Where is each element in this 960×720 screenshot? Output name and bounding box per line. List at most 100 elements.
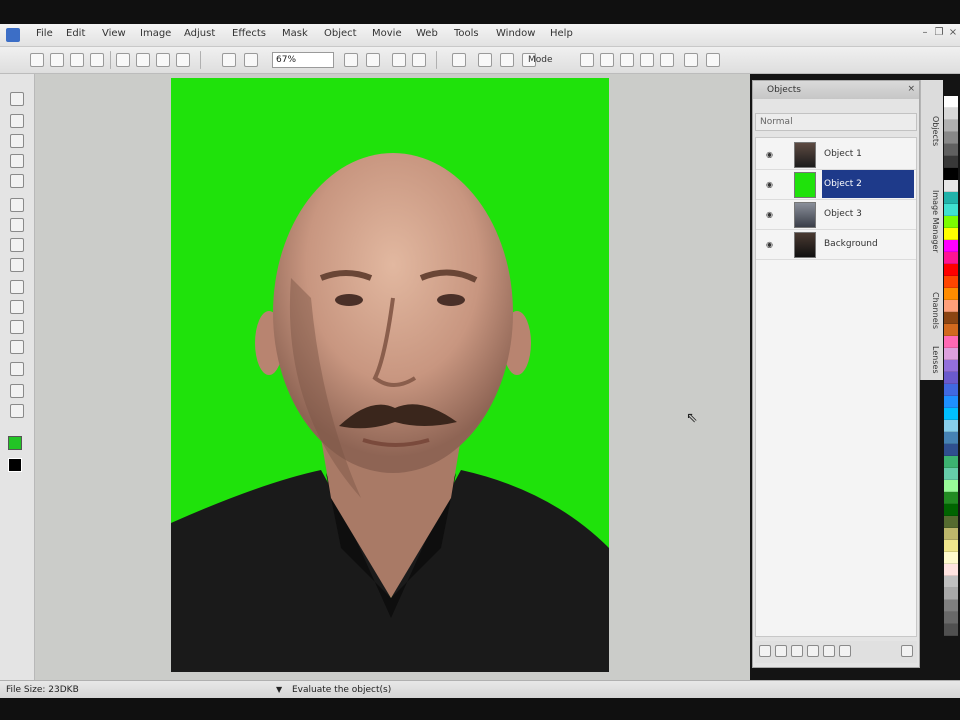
color-swatch[interactable] (944, 348, 958, 360)
move-icon[interactable] (580, 53, 594, 67)
color-swatch[interactable] (944, 312, 958, 324)
layer-row[interactable]: ◉ Object 3 (756, 200, 916, 230)
color-swatch[interactable] (944, 192, 958, 204)
dropdown-icon[interactable] (500, 53, 514, 67)
color-swatch[interactable] (944, 384, 958, 396)
rotate-icon[interactable] (452, 53, 466, 67)
color-swatch[interactable] (944, 288, 958, 300)
save-icon[interactable] (70, 53, 84, 67)
color-swatch[interactable] (944, 132, 958, 144)
combine-icon[interactable] (823, 645, 835, 657)
color-swatch[interactable] (944, 300, 958, 312)
color-swatch[interactable] (944, 360, 958, 372)
pick-tool-icon[interactable] (10, 92, 24, 106)
color-swatch[interactable] (944, 204, 958, 216)
color-swatch[interactable] (944, 276, 958, 288)
undo-icon[interactable] (176, 53, 190, 67)
menu-file[interactable]: File (36, 28, 53, 39)
cut-icon[interactable] (116, 53, 130, 67)
text-tool-icon[interactable] (10, 280, 24, 294)
menu-web[interactable]: Web (416, 28, 438, 39)
lasso-tool-icon[interactable] (10, 174, 24, 188)
copy-icon[interactable] (136, 53, 150, 67)
restore-icon[interactable]: ❐ (934, 28, 944, 38)
eyedropper-tool-icon[interactable] (10, 384, 24, 398)
color-swatch[interactable] (944, 612, 958, 624)
menu-object[interactable]: Object (324, 28, 357, 39)
open-file-icon[interactable] (50, 53, 64, 67)
color-swatch[interactable] (944, 480, 958, 492)
color-swatch[interactable] (944, 468, 958, 480)
color-swatch[interactable] (944, 504, 958, 516)
tab-channels[interactable]: Channels (924, 292, 940, 329)
paint-tool-icon[interactable] (10, 300, 24, 314)
color-swatch[interactable] (944, 240, 958, 252)
color-swatch[interactable] (944, 228, 958, 240)
color-swatch[interactable] (944, 444, 958, 456)
color-swatch[interactable] (944, 144, 958, 156)
lock-icon[interactable] (807, 645, 819, 657)
color-swatch[interactable] (944, 564, 958, 576)
fill-tool-icon[interactable] (10, 362, 24, 376)
eye-icon[interactable]: ◉ (766, 150, 776, 159)
layer-row[interactable]: ◉ Object 1 (756, 140, 916, 170)
color-swatch[interactable] (944, 528, 958, 540)
color-swatch[interactable] (944, 108, 958, 120)
menu-help[interactable]: Help (550, 28, 573, 39)
color-swatch[interactable] (944, 624, 958, 636)
zoom-tool-icon[interactable] (10, 404, 24, 418)
guides-icon[interactable] (620, 53, 634, 67)
new-object-icon[interactable] (759, 645, 771, 657)
paint-color-swatch[interactable] (8, 436, 22, 450)
close-icon[interactable]: × (948, 28, 958, 38)
color-palette[interactable] (944, 96, 958, 676)
color-swatch[interactable] (944, 216, 958, 228)
mask-icon[interactable] (791, 645, 803, 657)
color-swatch[interactable] (944, 396, 958, 408)
color-swatch[interactable] (944, 156, 958, 168)
menu-view[interactable]: View (102, 28, 126, 39)
color-swatch[interactable] (944, 516, 958, 528)
eraser-tool-icon[interactable] (10, 340, 24, 354)
menu-tools[interactable]: Tools (454, 28, 479, 39)
actual-size-icon[interactable] (366, 53, 380, 67)
color-swatch[interactable] (944, 180, 958, 192)
text-tool-icon[interactable] (392, 53, 406, 67)
color-swatch[interactable] (944, 336, 958, 348)
menu-movie[interactable]: Movie (372, 28, 402, 39)
color-swatch[interactable] (944, 252, 958, 264)
grid-icon[interactable] (600, 53, 614, 67)
color-swatch[interactable] (944, 324, 958, 336)
color-swatch[interactable] (944, 492, 958, 504)
duplicate-object-icon[interactable] (775, 645, 787, 657)
options-icon[interactable] (684, 53, 698, 67)
magic-wand-icon[interactable] (10, 198, 24, 212)
color-swatch[interactable] (944, 120, 958, 132)
snap-icon[interactable] (640, 53, 654, 67)
new-file-icon[interactable] (30, 53, 44, 67)
color-swatch[interactable] (944, 552, 958, 564)
paste-icon[interactable] (156, 53, 170, 67)
menu-image[interactable]: Image (140, 28, 171, 39)
flip-icon[interactable] (478, 53, 492, 67)
brush-icon[interactable] (660, 53, 674, 67)
eye-icon[interactable]: ◉ (766, 210, 776, 219)
zoom-in-icon[interactable] (222, 53, 236, 67)
eye-icon[interactable]: ◉ (766, 240, 776, 249)
color-swatch[interactable] (944, 264, 958, 276)
color-swatch[interactable] (944, 588, 958, 600)
color-swatch[interactable] (944, 96, 958, 108)
red-eye-tool-icon[interactable] (10, 258, 24, 272)
shape-tool-icon[interactable] (10, 114, 24, 128)
menu-window[interactable]: Window (496, 28, 535, 39)
menu-adjust[interactable]: Adjust (184, 28, 215, 39)
minimize-icon[interactable]: – (920, 28, 930, 38)
layer-row-selected[interactable]: ◉ Object 2 (756, 170, 916, 200)
panel-close-icon[interactable]: × (907, 84, 915, 94)
eye-icon[interactable]: ◉ (766, 180, 776, 189)
fit-icon[interactable] (344, 53, 358, 67)
layer-row[interactable]: ◉ Background (756, 230, 916, 260)
menu-mask[interactable]: Mask (282, 28, 308, 39)
crop-tool-icon[interactable] (10, 218, 24, 232)
mask-tool-icon[interactable] (10, 154, 24, 168)
